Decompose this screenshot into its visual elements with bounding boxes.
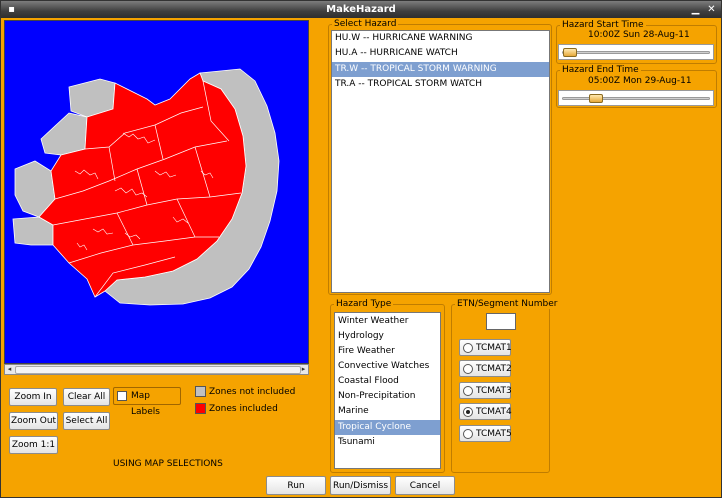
end-time-slider[interactable] xyxy=(558,90,714,106)
end-slider-thumb[interactable] xyxy=(589,94,603,103)
list-item[interactable]: HU.W -- HURRICANE WARNING xyxy=(332,31,549,46)
tcmat4-option[interactable]: TCMAT4 xyxy=(459,403,512,420)
window-menu-icon[interactable]: ▪ xyxy=(5,3,18,16)
included-swatch xyxy=(195,403,206,414)
map-selection-status: USING MAP SELECTIONS xyxy=(113,459,223,469)
zoom-out-button[interactable]: Zoom Out xyxy=(9,412,58,430)
scroll-thumb[interactable] xyxy=(15,366,301,374)
title-bar: ▪ MakeHazard ▁ ✕ xyxy=(1,1,721,18)
close-icon[interactable]: ✕ xyxy=(705,3,718,16)
tcmat5-option[interactable]: TCMAT5 xyxy=(459,425,512,442)
etn-segment-title: ETN/Segment Number xyxy=(455,299,560,309)
cancel-button[interactable]: Cancel xyxy=(395,476,455,495)
select-hazard-title: Select Hazard xyxy=(332,19,399,29)
list-item-selected[interactable]: TR.W -- TROPICAL STORM WARNING xyxy=(332,62,549,77)
minimize-icon[interactable]: ▁ xyxy=(689,3,702,16)
not-included-label: Zones not included xyxy=(209,387,296,397)
scroll-right-icon[interactable]: ▸ xyxy=(299,365,308,374)
inland-zone-northwest xyxy=(40,112,88,156)
list-item[interactable]: Tsunami xyxy=(335,435,440,450)
end-time-value: 05:00Z Mon 29-Aug-11 xyxy=(588,76,692,86)
select-all-button[interactable]: Select All xyxy=(63,412,110,430)
tcmat3-option[interactable]: TCMAT3 xyxy=(459,382,512,399)
map-drawing[interactable] xyxy=(5,21,310,365)
zoom-1-1-button[interactable]: Zoom 1:1 xyxy=(9,436,58,454)
tcmat2-label: TCMAT2 xyxy=(476,364,512,374)
tcmat4-label: TCMAT4 xyxy=(476,407,512,417)
start-time-slider[interactable] xyxy=(558,44,714,60)
start-slider-thumb[interactable] xyxy=(563,48,577,57)
list-item[interactable]: Winter Weather xyxy=(335,314,440,329)
list-item[interactable]: Coastal Flood xyxy=(335,374,440,389)
window-title: MakeHazard xyxy=(326,4,396,15)
tcmat3-radio[interactable] xyxy=(463,386,473,396)
run-dismiss-button[interactable]: Run/Dismiss xyxy=(330,476,391,495)
tcmat1-label: TCMAT1 xyxy=(476,343,512,353)
tcmat1-option[interactable]: TCMAT1 xyxy=(459,339,512,356)
end-slider-track xyxy=(562,97,710,100)
tcmat2-option[interactable]: TCMAT2 xyxy=(459,360,512,377)
list-item-selected[interactable]: Tropical Cyclone xyxy=(335,420,440,435)
start-time-title: Hazard Start Time xyxy=(560,20,646,30)
tcmat1-radio[interactable] xyxy=(463,343,473,353)
makehazard-window: ▪ MakeHazard ▁ ✕ ◂ ▸ Zoom In Clear All M… xyxy=(0,0,722,498)
tcmat5-label: TCMAT5 xyxy=(476,429,512,439)
list-item[interactable]: Non-Precipitation xyxy=(335,389,440,404)
list-item[interactable]: Fire Weather xyxy=(335,344,440,359)
scroll-left-icon[interactable]: ◂ xyxy=(5,365,14,374)
list-item[interactable]: Marine xyxy=(335,404,440,419)
included-label: Zones included xyxy=(209,404,278,414)
hazard-type-list[interactable]: Winter Weather Hydrology Fire Weather Co… xyxy=(334,312,441,469)
start-time-value: 10:00Z Sun 28-Aug-11 xyxy=(588,30,690,40)
list-item[interactable]: HU.A -- HURRICANE WATCH xyxy=(332,46,549,61)
zone-map[interactable] xyxy=(4,20,309,364)
etn-input[interactable] xyxy=(486,313,516,330)
tcmat4-radio[interactable] xyxy=(463,407,473,417)
tcmat2-radio[interactable] xyxy=(463,364,473,374)
run-button[interactable]: Run xyxy=(266,476,326,495)
list-item[interactable]: Hydrology xyxy=(335,329,440,344)
list-item[interactable]: Convective Watches xyxy=(335,359,440,374)
map-labels-label: Map Labels xyxy=(131,391,160,417)
hazard-list[interactable]: HU.W -- HURRICANE WARNING HU.A -- HURRIC… xyxy=(331,30,550,293)
end-time-title: Hazard End Time xyxy=(560,65,641,75)
clear-all-button[interactable]: Clear All xyxy=(63,388,110,406)
not-included-swatch xyxy=(195,386,206,397)
zoom-in-button[interactable]: Zoom In xyxy=(9,388,57,406)
map-labels-toggle[interactable]: Map Labels xyxy=(113,387,181,417)
start-slider-track xyxy=(562,51,710,54)
tcmat5-radio[interactable] xyxy=(463,429,473,439)
hazard-type-title: Hazard Type xyxy=(334,299,394,309)
list-item[interactable]: TR.A -- TROPICAL STORM WATCH xyxy=(332,77,549,92)
map-horizontal-scrollbar[interactable]: ◂ ▸ xyxy=(4,364,309,375)
tcmat3-label: TCMAT3 xyxy=(476,386,512,396)
